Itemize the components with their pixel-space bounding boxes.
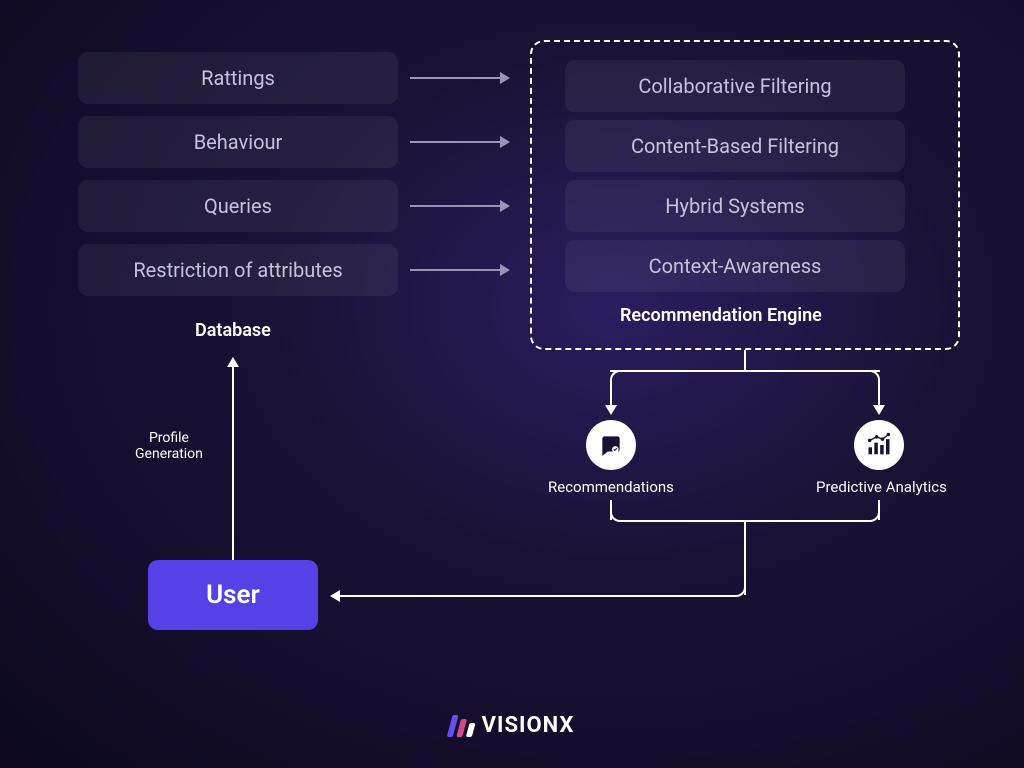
arrow-2 — [410, 141, 500, 143]
database-label: Database — [195, 320, 271, 341]
brand-logo: VISIONX — [450, 713, 575, 738]
brand-logo-icon — [450, 715, 474, 737]
arrow-to-recs — [605, 405, 617, 415]
predictive-analytics-label: Predictive Analytics — [816, 478, 947, 496]
engine-item-context: Context-Awareness — [565, 240, 905, 292]
predictive-analytics-icon — [854, 420, 904, 470]
arrow-to-analytics — [873, 405, 885, 415]
conn-engine-split — [610, 370, 880, 372]
db-item-restriction: Restriction of attributes — [78, 244, 398, 296]
conn-user-to-db — [232, 365, 234, 560]
engine-item-collab: Collaborative Filtering — [565, 60, 905, 112]
arrow-3 — [410, 205, 500, 207]
engine-label: Recommendation Engine — [620, 305, 822, 326]
corner-split-l — [610, 370, 624, 384]
arrow-1 — [410, 77, 500, 79]
arrow-4-head — [500, 264, 510, 276]
conn-engine-stem — [744, 350, 746, 370]
conn-to-user — [340, 595, 734, 597]
user-node: User — [148, 560, 318, 630]
brand-name: VISIONX — [482, 713, 575, 738]
recommendations-icon — [586, 420, 636, 470]
arrow-4 — [410, 269, 500, 271]
engine-item-hybrid: Hybrid Systems — [565, 180, 905, 232]
profile-generation-label: Profile Generation — [135, 430, 203, 462]
arrow-1-head — [500, 72, 510, 84]
arrow-user-to-db — [227, 357, 239, 367]
conn-to-recs — [610, 382, 612, 407]
conn-to-analytics — [878, 382, 880, 407]
db-item-queries: Queries — [78, 180, 398, 232]
arrow-3-head — [500, 200, 510, 212]
engine-item-content: Content-Based Filtering — [565, 120, 905, 172]
arrow-2-head — [500, 136, 510, 148]
recommendations-label: Recommendations — [548, 478, 674, 496]
db-item-ratings: Rattings — [78, 52, 398, 104]
arrow-to-user — [330, 590, 340, 602]
db-item-behaviour: Behaviour — [78, 116, 398, 168]
